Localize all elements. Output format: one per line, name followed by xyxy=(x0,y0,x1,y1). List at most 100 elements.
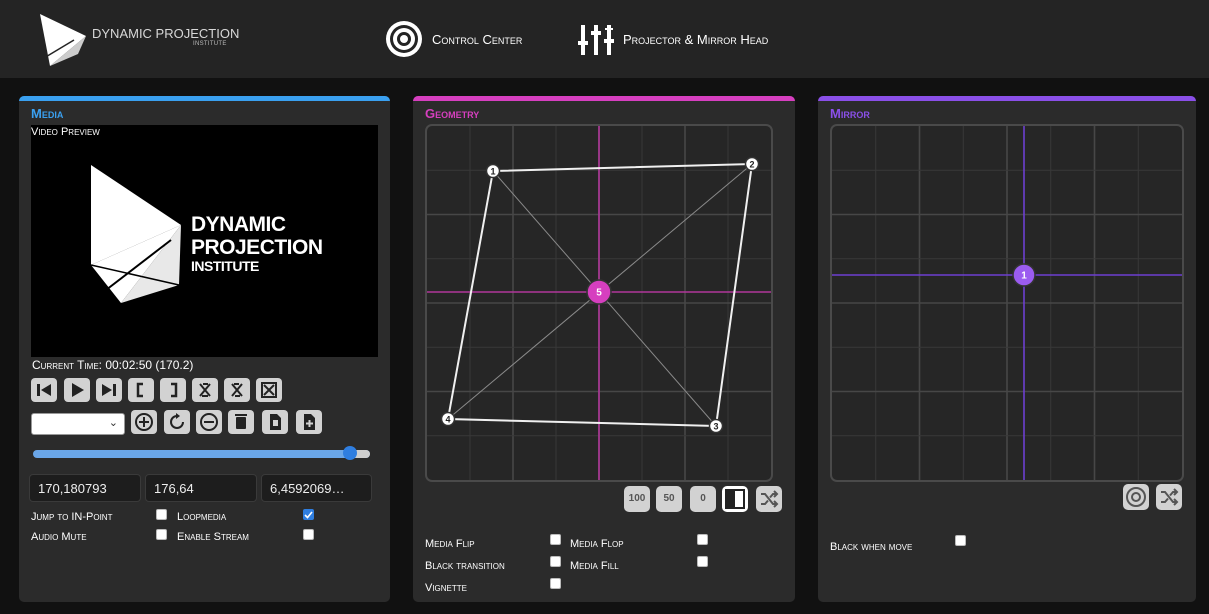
skip-back-button[interactable] xyxy=(31,378,57,402)
logo-subtext: INSTITUTE xyxy=(193,41,227,47)
corner-handle-2[interactable]: 2 xyxy=(744,156,760,172)
play-button[interactable] xyxy=(64,378,90,402)
mirror-handle[interactable]: 1 xyxy=(1012,263,1036,287)
clear-in-button[interactable] xyxy=(192,378,218,402)
video-preview-label: Video Preview xyxy=(31,126,100,138)
mirror-center-button[interactable] xyxy=(1123,484,1149,510)
jump-in-point-checkbox[interactable] xyxy=(156,509,167,520)
svg-text:1: 1 xyxy=(1021,271,1027,282)
trash-button[interactable] xyxy=(228,410,254,434)
out-point-icon xyxy=(171,382,178,398)
mirror-accent-bar xyxy=(818,96,1196,101)
geometry-shuffle-button[interactable] xyxy=(756,486,782,512)
corner-handle-3[interactable]: 3 xyxy=(708,418,724,434)
clear-in-icon xyxy=(199,383,211,397)
logo-text: DYNAMIC PROJECTION xyxy=(92,26,240,41)
media-flip-checkbox[interactable] xyxy=(550,534,561,545)
skip-forward-icon xyxy=(102,384,116,396)
nav-projector-mirror[interactable]: Projector & Mirror Head xyxy=(577,18,768,60)
file-add-icon xyxy=(304,414,315,430)
svg-text:3: 3 xyxy=(713,422,718,432)
media-fill-checkbox[interactable] xyxy=(697,556,708,567)
loopmedia-checkbox[interactable] xyxy=(303,509,314,520)
clear-all-icon xyxy=(261,382,277,398)
audio-mute-label: Audio Mute xyxy=(31,531,87,543)
in-point-field[interactable]: 170,180793 xyxy=(29,474,141,502)
add-icon xyxy=(135,413,153,431)
svg-text:1: 1 xyxy=(490,167,495,177)
contrast-button[interactable] xyxy=(722,486,748,512)
file-add-button[interactable] xyxy=(296,410,322,434)
check-icon xyxy=(304,511,313,519)
trash-icon xyxy=(235,414,247,429)
media-flip-label: Media Flip xyxy=(425,538,475,550)
play-icon xyxy=(72,383,84,397)
media-accent-bar xyxy=(19,96,390,101)
sliders-icon xyxy=(578,25,614,55)
skip-forward-button[interactable] xyxy=(96,378,122,402)
svg-text:5: 5 xyxy=(596,288,602,299)
vignette-label: Vignette xyxy=(425,582,468,594)
corner-handle-1[interactable]: 1 xyxy=(485,163,501,179)
enable-stream-checkbox[interactable] xyxy=(303,529,314,540)
jump-in-point-label: Jump to IN-Point xyxy=(31,511,113,523)
duration-field[interactable]: 6,4592069… xyxy=(261,474,372,502)
vignette-checkbox[interactable] xyxy=(550,578,561,589)
reload-button[interactable] xyxy=(164,410,190,434)
clear-all-button[interactable] xyxy=(256,378,282,402)
preview-line3: INSTITUTE xyxy=(191,258,259,274)
black-transition-label: Black transition xyxy=(425,560,505,572)
media-progress-slider[interactable] xyxy=(33,450,370,458)
header-bar: DYNAMIC PROJECTION INSTITUTE Control Cen… xyxy=(0,0,1209,78)
geometry-grid[interactable]: 1 2 3 4 5 xyxy=(425,124,773,482)
out-point-field[interactable]: 176,64 xyxy=(145,474,257,502)
out-point-button[interactable] xyxy=(160,378,186,402)
geometry-title: Geometry xyxy=(425,106,480,121)
geometry-0-button[interactable]: 0 xyxy=(690,486,716,512)
chevron-down-icon: ⌄ xyxy=(108,417,118,429)
geometry-50-button[interactable]: 50 xyxy=(656,486,682,512)
mirror-grid[interactable]: 1 xyxy=(830,124,1184,482)
reload-icon xyxy=(170,413,184,429)
in-point-icon xyxy=(136,382,143,398)
current-time-label: Current Time: 00:02:50 (170.2) xyxy=(32,358,194,372)
black-when-move-label: Black when move xyxy=(830,541,913,553)
svg-text:2: 2 xyxy=(749,160,754,170)
audio-mute-checkbox[interactable] xyxy=(156,529,167,540)
in-point-button[interactable] xyxy=(128,378,154,402)
geometry-100-button[interactable]: 100 xyxy=(624,486,650,512)
target-icon xyxy=(386,21,422,57)
add-button[interactable] xyxy=(131,410,157,434)
clear-out-button[interactable] xyxy=(224,378,250,402)
shuffle-icon xyxy=(1161,488,1179,506)
contrast-icon xyxy=(725,489,745,509)
file-button[interactable] xyxy=(262,410,288,434)
preview-line2: PROJECTION xyxy=(191,236,323,259)
nav-control-center[interactable]: Control Center xyxy=(384,18,522,60)
svg-text:4: 4 xyxy=(445,415,450,425)
shuffle-icon xyxy=(761,490,779,508)
remove-button[interactable] xyxy=(196,410,222,434)
center-handle[interactable]: 5 xyxy=(586,279,612,305)
loopmedia-label: Loopmedia xyxy=(177,511,227,523)
black-transition-checkbox[interactable] xyxy=(550,556,561,567)
enable-stream-label: Enable Stream xyxy=(177,531,249,543)
mirror-title: Mirror xyxy=(830,106,870,121)
nav-control-center-label: Control Center xyxy=(432,31,523,47)
nav-projector-mirror-label: Projector & Mirror Head xyxy=(623,31,769,47)
media-select[interactable]: ⌄ xyxy=(31,413,125,435)
media-title: Media xyxy=(31,106,64,121)
clear-out-icon xyxy=(231,383,243,397)
corner-handle-4[interactable]: 4 xyxy=(440,411,456,427)
media-progress-thumb[interactable] xyxy=(342,446,357,460)
black-when-move-checkbox[interactable] xyxy=(955,535,966,546)
remove-icon xyxy=(200,413,218,431)
skip-back-icon xyxy=(37,384,51,396)
media-flop-checkbox[interactable] xyxy=(697,534,708,545)
media-flop-label: Media Flop xyxy=(570,538,624,550)
preview-line1: DYNAMIC xyxy=(191,213,286,236)
target-icon xyxy=(1126,487,1146,507)
video-preview: DYNAMIC PROJECTION INSTITUTE xyxy=(31,125,378,357)
mirror-shuffle-button[interactable] xyxy=(1156,484,1182,510)
geometry-accent-bar xyxy=(413,96,795,101)
